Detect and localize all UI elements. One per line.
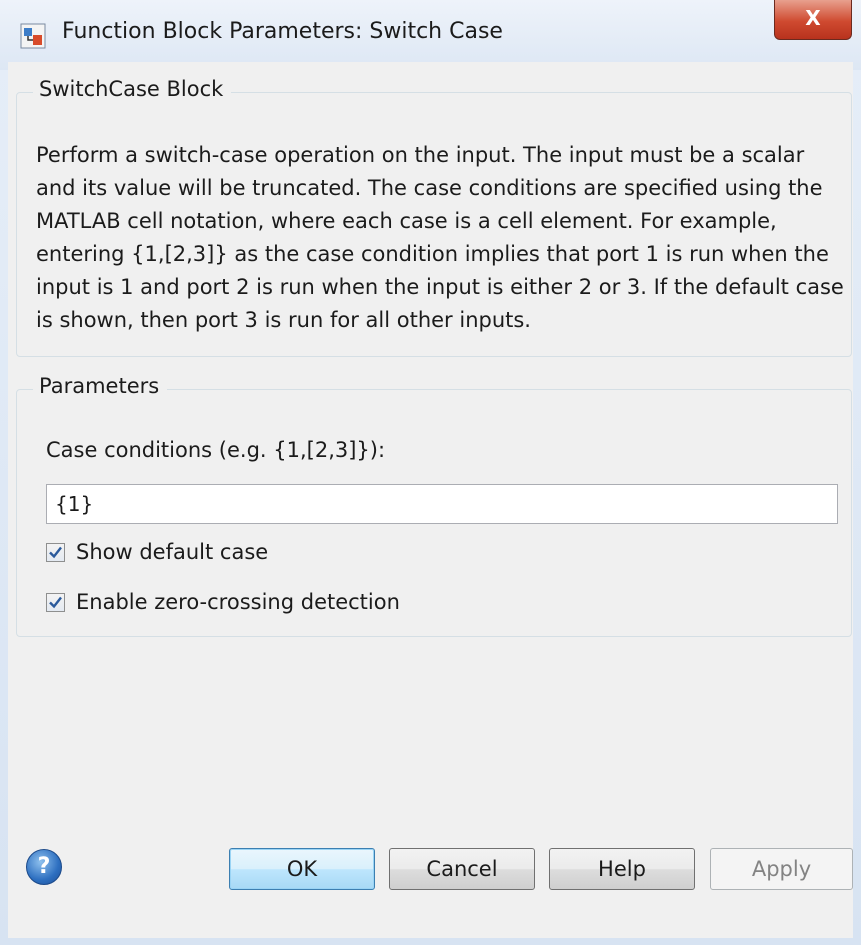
apply-button[interactable]: Apply [710, 848, 853, 890]
ok-button[interactable]: OK [229, 848, 375, 890]
case-conditions-input[interactable] [46, 484, 838, 524]
show-default-case-label: Show default case [76, 540, 269, 564]
close-button[interactable]: X [774, 0, 852, 40]
help-button-label: Help [598, 857, 646, 881]
apply-button-label: Apply [751, 857, 812, 881]
block-description-group: SwitchCase Block Perform a switch-case o… [16, 77, 852, 357]
close-icon: X [805, 6, 821, 30]
help-button[interactable]: Help [549, 848, 695, 890]
case-conditions-label: Case conditions (e.g. {1,[2,3]}): [46, 438, 386, 462]
window-title: Function Block Parameters: Switch Case [62, 19, 503, 44]
cancel-button-label: Cancel [426, 857, 498, 881]
dialog-window: Function Block Parameters: Switch Case X… [0, 0, 861, 945]
checkbox-box[interactable] [46, 593, 65, 612]
question-mark-glyph: ? [37, 854, 51, 879]
checkmark-icon [49, 596, 62, 609]
title-bar[interactable]: Function Block Parameters: Switch Case X [0, 0, 861, 70]
block-description-legend: SwitchCase Block [33, 77, 232, 101]
checkbox-box[interactable] [46, 543, 65, 562]
simulink-block-icon [20, 23, 46, 49]
cancel-button[interactable]: Cancel [389, 848, 535, 890]
zero-crossing-label: Enable zero-crossing detection [76, 590, 400, 614]
parameters-group: Parameters Case conditions (e.g. {1,[2,3… [16, 374, 852, 637]
parameters-legend: Parameters [33, 374, 168, 398]
block-description-text: Perform a switch-case operation on the i… [36, 143, 844, 332]
help-icon[interactable]: ? [26, 849, 62, 885]
checkmark-icon [49, 546, 62, 559]
ok-button-label: OK [286, 857, 318, 881]
